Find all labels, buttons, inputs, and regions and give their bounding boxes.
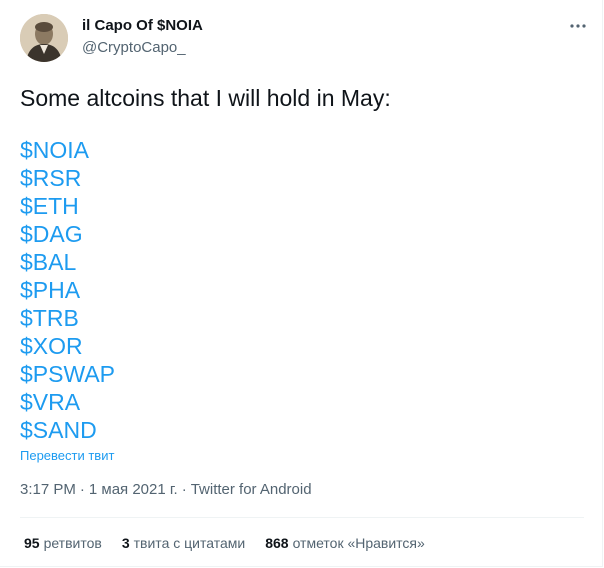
tweet-card: il Capo Of $NOIA @CryptoCapo_ Some altco…	[0, 0, 603, 567]
more-horizontal-icon	[570, 24, 586, 28]
retweets-label: ретвитов	[43, 535, 102, 551]
tweet-stats: 95 ретвитов 3 твита с цитатами 868 отметок …	[24, 535, 425, 551]
likes-stat[interactable]: 868 отметок «Нравится»	[265, 535, 425, 551]
avatar-image	[20, 14, 68, 62]
likes-label: отметок «Нравится»	[292, 535, 425, 551]
cashtag-link[interactable]: $XOR	[20, 332, 115, 360]
cashtag-link[interactable]: $NOIA	[20, 136, 115, 164]
cashtag-link[interactable]: $PHA	[20, 276, 115, 304]
meta-separator: ·	[79, 481, 85, 498]
tweet-text: Some altcoins that I will hold in May:	[20, 85, 391, 111]
cashtag-list: $NOIA $RSR $ETH $DAG $BAL $PHA $TRB $XOR…	[20, 136, 115, 444]
cashtag-link[interactable]: $PSWAP	[20, 360, 115, 388]
likes-count: 868	[265, 535, 289, 551]
more-options-button[interactable]	[565, 14, 591, 38]
tweet-meta: 3:17 PM · 1 мая 2021 г. · Twitter for Androi…	[20, 481, 312, 498]
quotes-label: твита с цитатами	[133, 535, 246, 551]
quotes-stat[interactable]: 3 твита с цитатами	[122, 535, 245, 551]
retweets-count: 95	[24, 535, 40, 551]
meta-separator: ·	[181, 481, 187, 498]
cashtag-link[interactable]: $SAND	[20, 416, 115, 444]
cashtag-link[interactable]: $VRA	[20, 388, 115, 416]
cashtag-link[interactable]: $DAG	[20, 220, 115, 248]
tweet-time[interactable]: 3:17 PM	[20, 481, 76, 498]
author-handle[interactable]: @CryptoCapo_	[82, 39, 186, 56]
retweets-stat[interactable]: 95 ретвитов	[24, 535, 102, 551]
cashtag-link[interactable]: $RSR	[20, 164, 115, 192]
tweet-date[interactable]: 1 мая 2021 г.	[89, 481, 178, 498]
author-name[interactable]: il Capo Of $NOIA	[82, 17, 203, 34]
cashtag-link[interactable]: $TRB	[20, 304, 115, 332]
cashtag-link[interactable]: $BAL	[20, 248, 115, 276]
translate-tweet-link[interactable]: Перевести твит	[20, 448, 114, 463]
quotes-count: 3	[121, 535, 130, 551]
cashtag-link[interactable]: $ETH	[20, 192, 115, 220]
avatar[interactable]	[20, 14, 68, 62]
divider	[20, 517, 584, 518]
tweet-source[interactable]: Twitter for Android	[191, 481, 312, 498]
